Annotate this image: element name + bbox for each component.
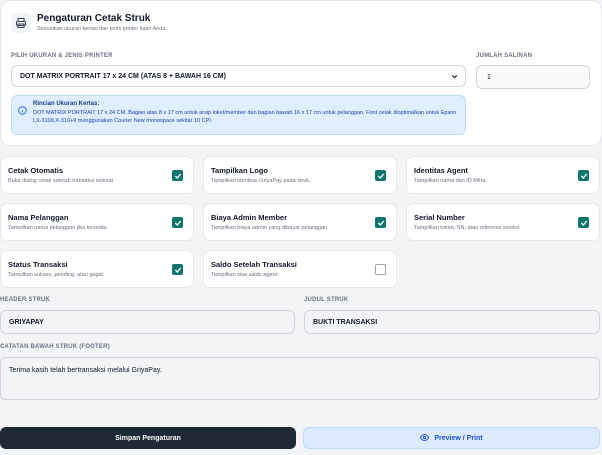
page-subtitle: Sesuaikan ukuran kertas dan jenis printe… <box>37 26 167 32</box>
option-description: Tampilkan nama dan ID Mitra. <box>414 178 488 184</box>
option-checkbox[interactable] <box>578 170 589 181</box>
option-description: Tampilkan nama pelanggan jika tersedia. <box>8 225 108 231</box>
option-checkbox[interactable] <box>578 217 589 228</box>
check-icon <box>580 220 587 226</box>
header-struk-input[interactable]: GRIYAPAY <box>0 310 295 334</box>
info-title: Rincian Ukuran Kertas: <box>33 101 100 107</box>
option-card[interactable]: Cetak Otomatis Buka dialog cetak setelah … <box>0 156 194 194</box>
option-title: Serial Number <box>414 213 465 222</box>
option-checkbox[interactable] <box>375 170 386 181</box>
option-description: Buka dialog cetak setelah transaksi sele… <box>8 178 115 184</box>
paper-size-select[interactable]: DOT MATRIX PORTRAIT 17 x 24 CM (ATAS 8 +… <box>11 65 466 87</box>
copies-input[interactable]: 1 <box>476 65 590 89</box>
option-card[interactable]: Serial Number Tampilkan token, SN, atau r… <box>406 203 600 241</box>
paper-size-value: DOT MATRIX PORTRAIT 17 x 24 CM (ATAS 8 +… <box>20 72 226 80</box>
option-description: Tampilkan token, SN, atau referensi vend… <box>414 225 521 231</box>
option-title: Tampilkan Logo <box>211 166 268 175</box>
option-title: Identitas Agent <box>414 166 468 175</box>
preview-print-label: Preview / Print <box>434 434 483 442</box>
check-icon <box>377 220 384 226</box>
option-title: Cetak Otomatis <box>8 166 64 175</box>
chevron-down-icon <box>450 72 459 83</box>
option-title: Biaya Admin Member <box>211 213 287 222</box>
print-settings-card: Pengaturan Cetak Struk Sesuaikan ukuran … <box>0 0 602 146</box>
page-title: Pengaturan Cetak Struk <box>37 13 151 24</box>
check-icon <box>174 267 181 273</box>
preview-print-button[interactable]: Preview / Print <box>303 427 600 449</box>
option-description: Tampilkan identitas GriyaPay pada struk. <box>211 178 311 184</box>
copies-label: JUMLAH SALINAN <box>476 53 533 59</box>
option-checkbox[interactable] <box>375 264 386 275</box>
info-icon <box>18 102 27 120</box>
footer-label: CATATAN BAWAH STRUK (FOOTER) <box>0 344 110 350</box>
option-card[interactable]: Saldo Setelah Transaksi Tampilkan sisa sa… <box>203 250 397 288</box>
footer-textarea[interactable]: Terima kasih telah bertransaksi melalui … <box>0 357 600 400</box>
paper-info-box: Rincian Ukuran Kertas: DOT MATRIX PORTRA… <box>11 95 466 135</box>
option-card[interactable]: Tampilkan Logo Tampilkan identitas GriyaP… <box>203 156 397 194</box>
option-description: Tampilkan sukses, pending, atau gagal. <box>8 272 105 278</box>
option-card[interactable]: Nama Pelanggan Tampilkan nama pelanggan j… <box>0 203 194 241</box>
printer-icon <box>11 13 31 33</box>
option-checkbox[interactable] <box>172 217 183 228</box>
header-struk-label: HEADER STRUK <box>0 297 51 303</box>
check-icon <box>174 173 181 179</box>
option-description: Tampilkan biaya admin yang dibayar pelan… <box>211 225 329 231</box>
option-title: Nama Pelanggan <box>8 213 69 222</box>
option-title: Status Transaksi <box>8 260 68 269</box>
option-card[interactable]: Status Transaksi Tampilkan sukses, pendin… <box>0 250 194 288</box>
judul-struk-input[interactable]: BUKTI TRANSAKSI <box>304 310 600 334</box>
option-description: Tampilkan sisa saldo agent. <box>211 272 279 278</box>
option-checkbox[interactable] <box>172 264 183 275</box>
check-icon <box>580 173 587 179</box>
judul-struk-label: JUDUL STRUK <box>304 297 349 303</box>
save-button[interactable]: Simpan Pengaturan <box>0 427 296 449</box>
check-icon <box>377 173 384 179</box>
option-checkbox[interactable] <box>172 170 183 181</box>
info-body: DOT MATRIX PORTRAIT 17 x 24 CM. Bagian a… <box>33 110 457 124</box>
option-card[interactable]: Identitas Agent Tampilkan nama dan ID Mit… <box>406 156 600 194</box>
paper-select-label: PILIH UKURAN & JENIS PRINTER <box>11 53 113 59</box>
option-card[interactable]: Biaya Admin Member Tampilkan biaya admin … <box>203 203 397 241</box>
check-icon <box>174 220 181 226</box>
option-title: Saldo Setelah Transaksi <box>211 260 297 269</box>
eye-icon <box>420 433 430 444</box>
option-checkbox[interactable] <box>375 217 386 228</box>
